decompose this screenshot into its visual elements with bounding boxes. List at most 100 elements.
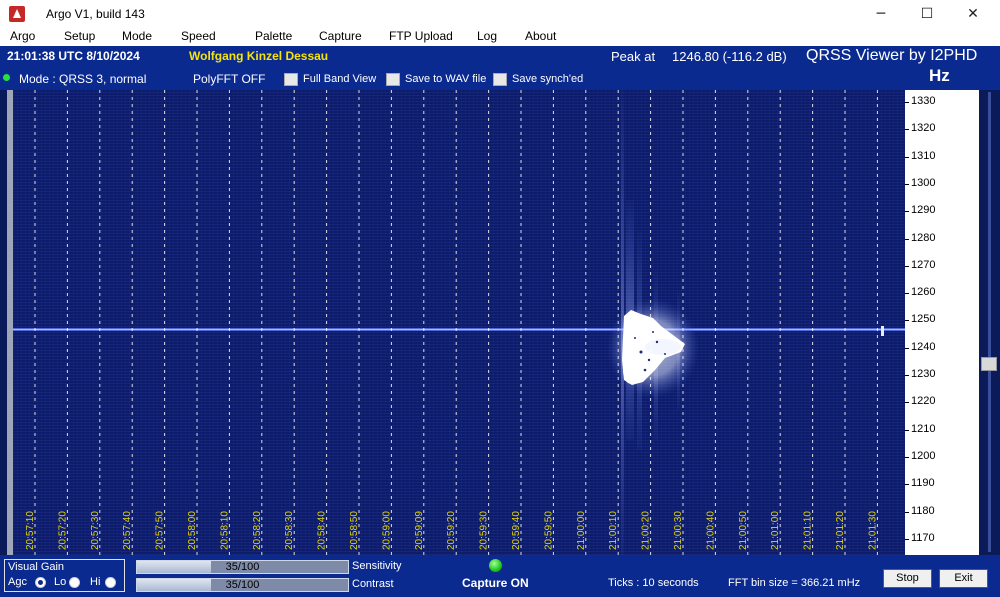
time-label: 20:58:00	[187, 511, 198, 550]
time-label: 21:00:20	[641, 511, 652, 550]
status-header: 21:01:38 UTC 8/10/2024 Wolfgang Kinzel D…	[0, 46, 1000, 90]
agc-radio[interactable]	[35, 577, 46, 588]
mode-status: Mode : QRSS 3, normal	[19, 72, 147, 86]
freq-label: 1330	[904, 95, 936, 107]
sensitivity-label: Sensitivity	[352, 560, 402, 572]
time-label: 21:01:00	[770, 511, 781, 550]
menu-bar: Argo Setup Mode Speed Palette Capture FT…	[0, 28, 1000, 46]
minimize-button[interactable]: ─	[858, 0, 904, 28]
argo-window: Argo V1, build 143 ─ ☐ ✕ Argo Setup Mode…	[0, 0, 1000, 597]
signal-layer	[13, 90, 905, 555]
menu-ftp-upload[interactable]: FTP Upload	[389, 29, 453, 43]
title-bar[interactable]: Argo V1, build 143 ─ ☐ ✕	[0, 0, 1000, 28]
fft-bin-size: FFT bin size = 366.21 mHz	[728, 577, 861, 589]
visual-gain-group: Visual Gain Agc Lo Hi	[4, 559, 125, 592]
exit-button[interactable]: Exit	[939, 569, 988, 588]
time-label: 21:01:10	[803, 511, 814, 550]
sensitivity-value: 35/100	[225, 561, 260, 573]
menu-palette[interactable]: Palette	[255, 29, 292, 43]
time-label: 20:59:00	[381, 511, 392, 550]
freq-label: 1260	[904, 286, 936, 299]
time-label: 20:57:20	[57, 511, 68, 550]
freq-label: 1270	[904, 258, 936, 271]
time-label: 20:58:20	[252, 511, 263, 550]
zoom-slider-rail	[988, 92, 991, 552]
time-label: 21:00:10	[608, 511, 619, 550]
freq-label: 1320	[904, 122, 936, 135]
time-gridlines	[34, 90, 878, 555]
menu-capture[interactable]: Capture	[319, 29, 362, 43]
lo-label: Lo	[54, 576, 67, 588]
full-band-view-label: Full Band View	[303, 73, 377, 85]
time-label: 21:00:00	[576, 511, 587, 550]
time-axis-labels: 20:57:10 20:57:20 20:57:30 20:57:40 20:57:50…	[25, 511, 878, 550]
visual-gain-title: Visual Gain	[8, 561, 65, 573]
lo-radio[interactable]	[69, 577, 80, 588]
argo-app-icon[interactable]	[9, 6, 25, 22]
time-label: 20:57:30	[90, 511, 101, 550]
ticks-info: Ticks : 10 seconds	[608, 577, 699, 589]
freq-label: 1280	[904, 231, 936, 244]
freq-label: 1300	[904, 176, 936, 189]
agc-label: Agc	[8, 576, 27, 588]
sensitivity-slider[interactable]: 35/100	[136, 560, 349, 574]
freq-label: 1250	[904, 313, 936, 326]
spectrogram-waterfall[interactable]: 20:57:10 20:57:20 20:57:30 20:57:40 20:57:50…	[13, 90, 905, 555]
time-label: 20:58:50	[349, 511, 360, 550]
save-synched-checkbox[interactable]	[493, 73, 507, 86]
time-label: 20:59:50	[543, 511, 554, 550]
time-label: 20:59:09	[414, 511, 425, 550]
freq-label: 1240	[904, 340, 936, 353]
capture-status[interactable]: Capture ON	[462, 576, 529, 590]
freq-label: 1290	[904, 204, 936, 217]
hi-radio[interactable]	[105, 577, 116, 588]
polyfft-status[interactable]: PolyFFT OFF	[193, 72, 265, 86]
time-label: 20:57:40	[122, 511, 133, 550]
menu-speed[interactable]: Speed	[181, 29, 216, 43]
freq-label: 1180	[905, 504, 935, 517]
save-to-wav-checkbox[interactable]	[386, 73, 400, 86]
time-label: 21:00:30	[673, 511, 684, 550]
capture-led-icon	[489, 559, 502, 572]
app-brand: QRSS Viewer by I2PHD	[806, 47, 978, 64]
menu-argo[interactable]: Argo	[10, 29, 35, 43]
freq-label: 1310	[904, 149, 936, 162]
status-led-icon	[3, 74, 10, 81]
contrast-slider[interactable]: 35/100	[136, 578, 349, 592]
contrast-label: Contrast	[352, 578, 394, 590]
spectrogram-canvas: 20:57:10 20:57:20 20:57:30 20:57:40 20:57:50…	[13, 90, 905, 555]
freq-label: 1210	[904, 422, 936, 435]
frequency-unit: Hz	[929, 66, 950, 85]
peak-label: Peak at	[611, 49, 656, 64]
save-to-wav-label: Save to WAV file	[405, 73, 487, 85]
freq-label: 1200	[904, 449, 936, 462]
time-label: 20:57:10	[25, 511, 36, 550]
menu-mode[interactable]: Mode	[122, 29, 152, 43]
contrast-value: 35/100	[225, 579, 260, 591]
zoom-slider-thumb[interactable]	[981, 357, 997, 371]
time-label: 21:00:50	[738, 511, 749, 550]
freq-label: 1230	[904, 368, 936, 380]
time-label: 20:59:40	[511, 511, 522, 550]
freq-label: 1220	[904, 395, 936, 408]
freq-label: 1170	[905, 531, 935, 544]
time-label: 20:59:20	[446, 511, 457, 550]
peak-value: 1246.80 (-116.2 dB)	[672, 49, 787, 64]
time-label: 20:58:30	[284, 511, 295, 550]
utc-clock: 21:01:38 UTC 8/10/2024	[7, 49, 140, 63]
stop-button[interactable]: Stop	[883, 569, 932, 588]
maximize-button[interactable]: ☐	[904, 0, 950, 28]
time-label: 20:58:10	[219, 511, 230, 550]
save-synched-label: Save synch'ed	[512, 73, 584, 85]
menu-setup[interactable]: Setup	[64, 29, 95, 43]
time-label: 20:57:50	[155, 511, 166, 550]
close-button[interactable]: ✕	[950, 0, 996, 28]
bottom-control-bar: Visual Gain Agc Lo Hi 35/100 Sensitivity…	[0, 555, 1000, 597]
window-title: Argo V1, build 143	[46, 7, 145, 21]
menu-log[interactable]: Log	[477, 29, 497, 43]
freq-label: 1190	[905, 477, 935, 490]
full-band-view-checkbox[interactable]	[284, 73, 298, 86]
frequency-scale: 1330 1320 1310 1300 1290 1280 1270 1260 1250 1240…	[904, 90, 979, 555]
menu-about[interactable]: About	[525, 29, 556, 43]
time-label: 21:01:20	[835, 511, 846, 550]
